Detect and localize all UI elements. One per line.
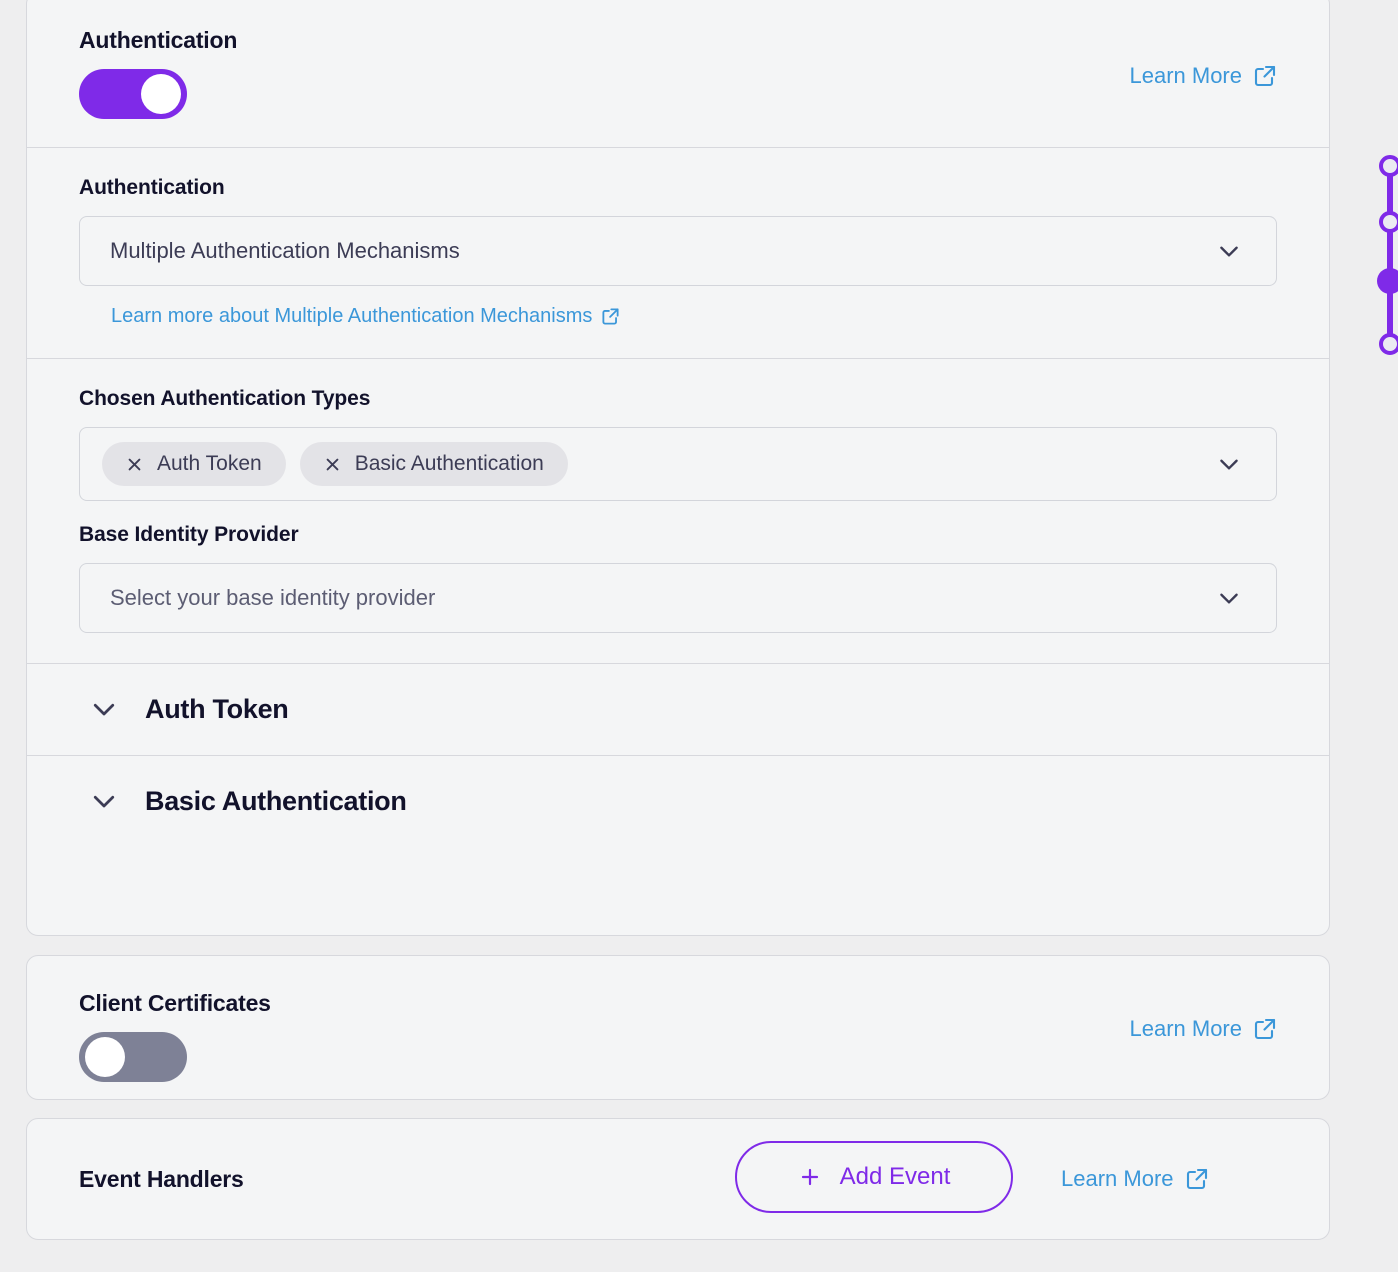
client-certificates-toggle[interactable] xyxy=(79,1031,187,1082)
learn-more-label: Learn More xyxy=(1061,1166,1174,1191)
accordion-auth-token[interactable]: Auth Token xyxy=(27,664,1329,755)
client-certificates-learn-more-link[interactable]: Learn More xyxy=(1129,1016,1277,1042)
chevron-down-icon[interactable] xyxy=(89,694,119,724)
event-handlers-row: Event Handlers Add Event Learn More xyxy=(27,1119,1329,1239)
authentication-learn-more-link[interactable]: Learn More xyxy=(1129,63,1277,89)
authentication-toggle[interactable] xyxy=(79,68,187,119)
add-event-label: Add Event xyxy=(839,1163,951,1190)
chevron-down-icon xyxy=(1216,585,1242,611)
settings-page: Authentication Learn More Authentication… xyxy=(0,0,1398,1272)
toggle-knob xyxy=(85,1036,125,1077)
authentication-toggle-block: Authentication Learn More xyxy=(27,0,1329,147)
authentication-header-section: Authentication Learn More xyxy=(27,0,1329,148)
authentication-mechanism-label: Authentication xyxy=(79,175,225,199)
close-icon[interactable] xyxy=(126,455,143,472)
chip-auth-token[interactable]: Auth Token xyxy=(102,441,286,486)
external-link-icon xyxy=(601,307,620,326)
chevron-down-icon[interactable] xyxy=(89,786,119,816)
authentication-mechanism-learn-more-link[interactable]: Learn more about Multiple Authentication… xyxy=(111,305,620,328)
authentication-mechanism-select[interactable]: Multiple Authentication Mechanisms xyxy=(79,215,1277,286)
client-certificates-title: Client Certificates xyxy=(79,990,271,1016)
base-identity-provider-select[interactable]: Select your base identity provider xyxy=(79,562,1277,633)
base-identity-provider-value: Select your base identity provider xyxy=(110,584,436,610)
add-event-button[interactable]: Add Event xyxy=(735,1141,1013,1213)
learn-more-label: Learn More xyxy=(1129,63,1242,88)
external-link-icon xyxy=(1185,1167,1209,1191)
chosen-authentication-types-label: Chosen Authentication Types xyxy=(79,386,371,410)
stepper-node-1[interactable] xyxy=(1379,155,1398,177)
stepper-node-4[interactable] xyxy=(1379,333,1398,355)
auth-token-accordion-section: Auth Token xyxy=(27,664,1329,756)
progress-stepper xyxy=(1377,155,1398,355)
accordion-title: Auth Token xyxy=(145,693,289,724)
authentication-mechanism-block: Authentication Multiple Authentication M… xyxy=(27,148,1329,358)
event-handlers-title: Event Handlers xyxy=(79,1165,244,1192)
stepper-node-2[interactable] xyxy=(1379,211,1398,233)
chip-basic-authentication[interactable]: Basic Authentication xyxy=(299,441,568,486)
sub-link-label: Learn more about Multiple Authentication… xyxy=(111,304,593,327)
chosen-types-block: Chosen Authentication Types Auth Token B… xyxy=(27,359,1329,663)
event-handlers-card: Event Handlers Add Event Learn More xyxy=(26,1118,1330,1240)
accordion-basic-authentication[interactable]: Basic Authentication xyxy=(27,756,1329,847)
chip-label: Auth Token xyxy=(157,451,262,475)
chevron-down-icon xyxy=(1216,238,1242,264)
toggle-knob xyxy=(141,73,181,114)
authentication-card: Authentication Learn More Authentication… xyxy=(26,0,1330,936)
chosen-types-section: Chosen Authentication Types Auth Token B… xyxy=(27,359,1329,664)
basic-authentication-accordion-section: Basic Authentication xyxy=(27,756,1329,847)
authentication-mechanism-section: Authentication Multiple Authentication M… xyxy=(27,148,1329,359)
client-certificates-card: Client Certificates Learn More xyxy=(26,955,1330,1100)
external-link-icon xyxy=(1253,64,1277,88)
authentication-mechanism-value: Multiple Authentication Mechanisms xyxy=(110,237,460,263)
client-certificates-block: Client Certificates Learn More xyxy=(27,956,1329,1099)
event-handlers-learn-more-link[interactable]: Learn More xyxy=(1061,1166,1209,1192)
external-link-icon xyxy=(1253,1017,1277,1041)
stepper-node-3-active[interactable] xyxy=(1377,268,1398,294)
learn-more-label: Learn More xyxy=(1129,1016,1242,1041)
chosen-authentication-types-multiselect[interactable]: Auth Token Basic Authentication xyxy=(79,426,1277,501)
plus-icon xyxy=(798,1165,822,1189)
stepper-rail xyxy=(1387,163,1393,345)
chevron-down-icon xyxy=(1216,451,1242,477)
close-icon[interactable] xyxy=(324,455,341,472)
base-identity-provider-label: Base Identity Provider xyxy=(79,522,299,546)
accordion-title: Basic Authentication xyxy=(145,785,407,816)
chip-label: Basic Authentication xyxy=(354,451,544,475)
authentication-title: Authentication xyxy=(79,27,238,53)
